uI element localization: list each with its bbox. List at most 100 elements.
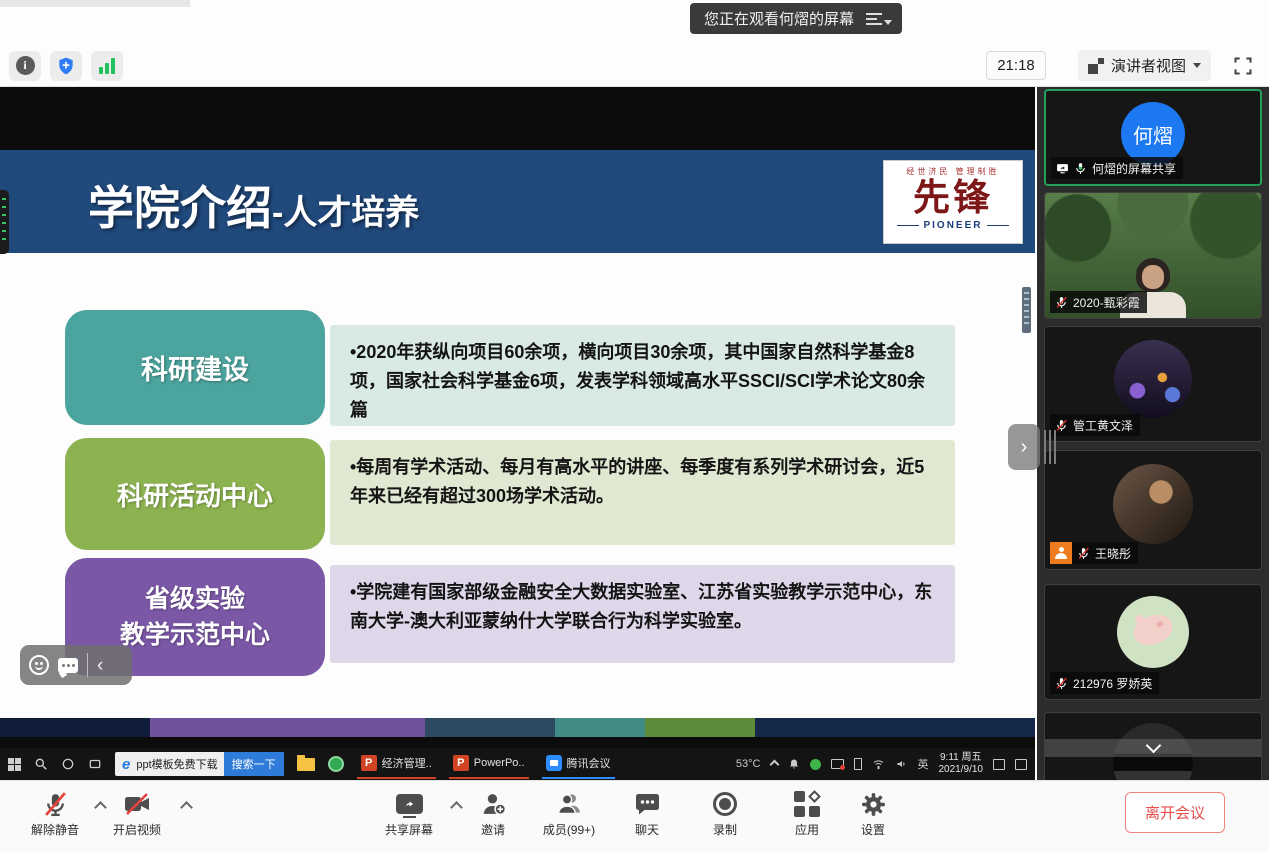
taskbar-clock[interactable]: 9:11 周五 2021/9/10 bbox=[939, 752, 984, 777]
browser-icon[interactable] bbox=[328, 756, 344, 772]
meeting-toolbar: i 21:18 演讲者视图 bbox=[0, 45, 1269, 87]
powerpoint-icon: P bbox=[361, 755, 377, 771]
touch-keyboard-icon[interactable] bbox=[993, 759, 1005, 770]
slide-panel-keyan-jianshe: •2020年获纵向项目60余项，横向项目30余项，其中国家自然科学基金8项，国家… bbox=[330, 325, 955, 426]
pioneer-logo: 经世济民 管理制胜 先锋 PIONEER bbox=[883, 160, 1023, 244]
search-query-text: ppt模板免费下载 bbox=[136, 756, 217, 772]
network-status-button[interactable] bbox=[91, 51, 123, 81]
participant-tile-wangxiaotong[interactable]: 王晓彤 bbox=[1044, 450, 1262, 570]
taskbar-app-meeting[interactable]: 腾讯会议 bbox=[542, 749, 615, 779]
shared-screen-view: 学院介绍-人才培养 经世济民 管理制胜 先锋 PIONEER 科研建设 •202… bbox=[0, 87, 1035, 780]
tencent-meeting-icon bbox=[546, 755, 562, 771]
participant-tile-zhencaixia[interactable]: 2020-甄彩霞 bbox=[1044, 192, 1262, 319]
apps-label: 应用 bbox=[795, 821, 819, 838]
search-go-button[interactable]: 搜索一下 bbox=[224, 752, 284, 776]
pig-avatar-art bbox=[1130, 611, 1177, 650]
record-label: 录制 bbox=[713, 821, 737, 838]
participant-tile-luojiaoying[interactable]: 212976 罗娇英 bbox=[1044, 584, 1262, 700]
start-video-button[interactable]: 开启视频 bbox=[100, 789, 174, 838]
member-badge-icon bbox=[1050, 542, 1072, 564]
video-options-caret[interactable] bbox=[180, 801, 193, 814]
mic-muted-icon bbox=[1055, 296, 1068, 309]
emoji-icon[interactable] bbox=[29, 655, 49, 675]
apps-icon bbox=[794, 789, 820, 819]
mini-scrollbar[interactable] bbox=[1022, 287, 1031, 333]
slide-footer-bar bbox=[0, 718, 1035, 737]
view-mode-label: 演讲者视图 bbox=[1111, 55, 1186, 76]
taskbar-search-box[interactable]: e ppt模板免费下载 搜索一下 bbox=[115, 752, 284, 776]
apps-button[interactable]: 应用 bbox=[770, 789, 844, 838]
fullscreen-button[interactable] bbox=[1228, 51, 1258, 80]
participant-name: 何熠的屏幕共享 bbox=[1092, 160, 1176, 177]
record-button[interactable]: 录制 bbox=[688, 789, 762, 838]
collapse-widget-icon[interactable]: ‹ bbox=[97, 656, 103, 675]
slide-title-sub: -人才培养 bbox=[272, 194, 419, 232]
settings-label: 设置 bbox=[861, 821, 885, 838]
cortana-icon[interactable] bbox=[61, 757, 75, 771]
chat-button[interactable]: 聊天 bbox=[610, 789, 684, 838]
unmute-button[interactable]: 解除静音 bbox=[18, 789, 92, 838]
system-tray: 53°C 英 9:11 周五 2021/9/10 bbox=[736, 752, 1027, 777]
taskbar-app-ppt-2[interactable]: P PowerPo.. bbox=[449, 749, 529, 779]
window-top-strip: 您正在观看何熠的屏幕 bbox=[0, 0, 1269, 45]
camera-off-icon bbox=[122, 789, 152, 819]
widget-divider bbox=[87, 653, 88, 677]
participant-name: 管工黄文泽 bbox=[1073, 417, 1133, 434]
file-explorer-icon[interactable] bbox=[297, 758, 315, 771]
action-center-icon[interactable] bbox=[1015, 759, 1027, 770]
meeting-timer: 21:18 bbox=[986, 51, 1046, 80]
notification-bell-icon[interactable] bbox=[788, 758, 800, 770]
weather-widget[interactable]: 53°C bbox=[736, 758, 761, 770]
watching-screen-banner: 您正在观看何熠的屏幕 bbox=[690, 3, 902, 34]
mic-muted-icon bbox=[1055, 677, 1068, 690]
participant-label: 王晓彤 bbox=[1050, 542, 1138, 564]
clock-time: 9:11 周五 bbox=[939, 752, 984, 765]
chat-label: 聊天 bbox=[635, 821, 659, 838]
logo-motto: 经世济民 管理制胜 bbox=[906, 166, 999, 177]
ime-indicator[interactable]: 英 bbox=[918, 756, 929, 772]
windows-start-icon[interactable] bbox=[8, 758, 21, 771]
share-screen-button[interactable]: 共享屏幕 bbox=[372, 789, 446, 838]
share-edge-indicator bbox=[0, 190, 9, 254]
security-tray-icon[interactable] bbox=[810, 759, 821, 770]
background-window-edge bbox=[0, 0, 190, 7]
sidebar-resize-grip[interactable] bbox=[1044, 430, 1056, 464]
meeting-info-button[interactable]: i bbox=[9, 51, 41, 81]
banner-menu-button[interactable] bbox=[866, 13, 892, 25]
participant-tile-partial[interactable] bbox=[1044, 712, 1262, 780]
participant-name: 212976 罗娇英 bbox=[1073, 675, 1152, 692]
participant-name: 2020-甄彩霞 bbox=[1073, 294, 1140, 311]
tray-expand-icon[interactable] bbox=[769, 759, 779, 769]
chat-bubble-icon[interactable] bbox=[58, 658, 78, 673]
view-mode-dropdown[interactable]: 演讲者视图 bbox=[1078, 50, 1211, 81]
members-icon bbox=[555, 789, 583, 819]
invite-button[interactable]: 邀请 bbox=[456, 789, 530, 838]
settings-button[interactable]: 设置 bbox=[836, 789, 910, 838]
taskbar-app-ppt-1[interactable]: P 经济管理.. bbox=[357, 749, 436, 779]
share-screen-icon bbox=[396, 789, 423, 819]
taskbar-search-icon[interactable] bbox=[34, 757, 48, 771]
sidebar-collapse-handle[interactable]: › bbox=[1008, 424, 1040, 470]
info-icon: i bbox=[16, 56, 35, 75]
slide-title-banner: 学院介绍-人才培养 经世济民 管理制胜 先锋 PIONEER bbox=[0, 150, 1035, 253]
invite-icon bbox=[480, 789, 507, 819]
layout-icon bbox=[1088, 58, 1104, 74]
slide-title-main: 学院介绍 bbox=[88, 182, 272, 234]
device-tray-icon[interactable] bbox=[854, 758, 862, 770]
task-view-icon[interactable] bbox=[88, 757, 102, 771]
participant-tile-heyi[interactable]: 何熠 何熠的屏幕共享 bbox=[1044, 89, 1262, 186]
protection-button[interactable] bbox=[50, 51, 82, 81]
slide-title: 学院介绍-人才培养 bbox=[88, 172, 419, 238]
logo-seal: 先锋 bbox=[913, 177, 993, 220]
scroll-more-overlay[interactable] bbox=[1045, 739, 1261, 757]
record-icon bbox=[713, 789, 737, 819]
wifi-icon[interactable] bbox=[872, 758, 885, 770]
mic-muted-icon bbox=[1077, 547, 1090, 560]
screen-record-tray-icon[interactable] bbox=[831, 759, 844, 769]
start-video-label: 开启视频 bbox=[113, 821, 161, 838]
volume-icon[interactable] bbox=[895, 758, 908, 770]
reaction-widget[interactable]: ‹ bbox=[20, 645, 132, 685]
members-button[interactable]: 成员(99+) bbox=[532, 789, 606, 838]
leave-meeting-button[interactable]: 离开会议 bbox=[1125, 792, 1225, 833]
participant-tile-huangwenze[interactable]: 管工黄文泽 bbox=[1044, 326, 1262, 442]
